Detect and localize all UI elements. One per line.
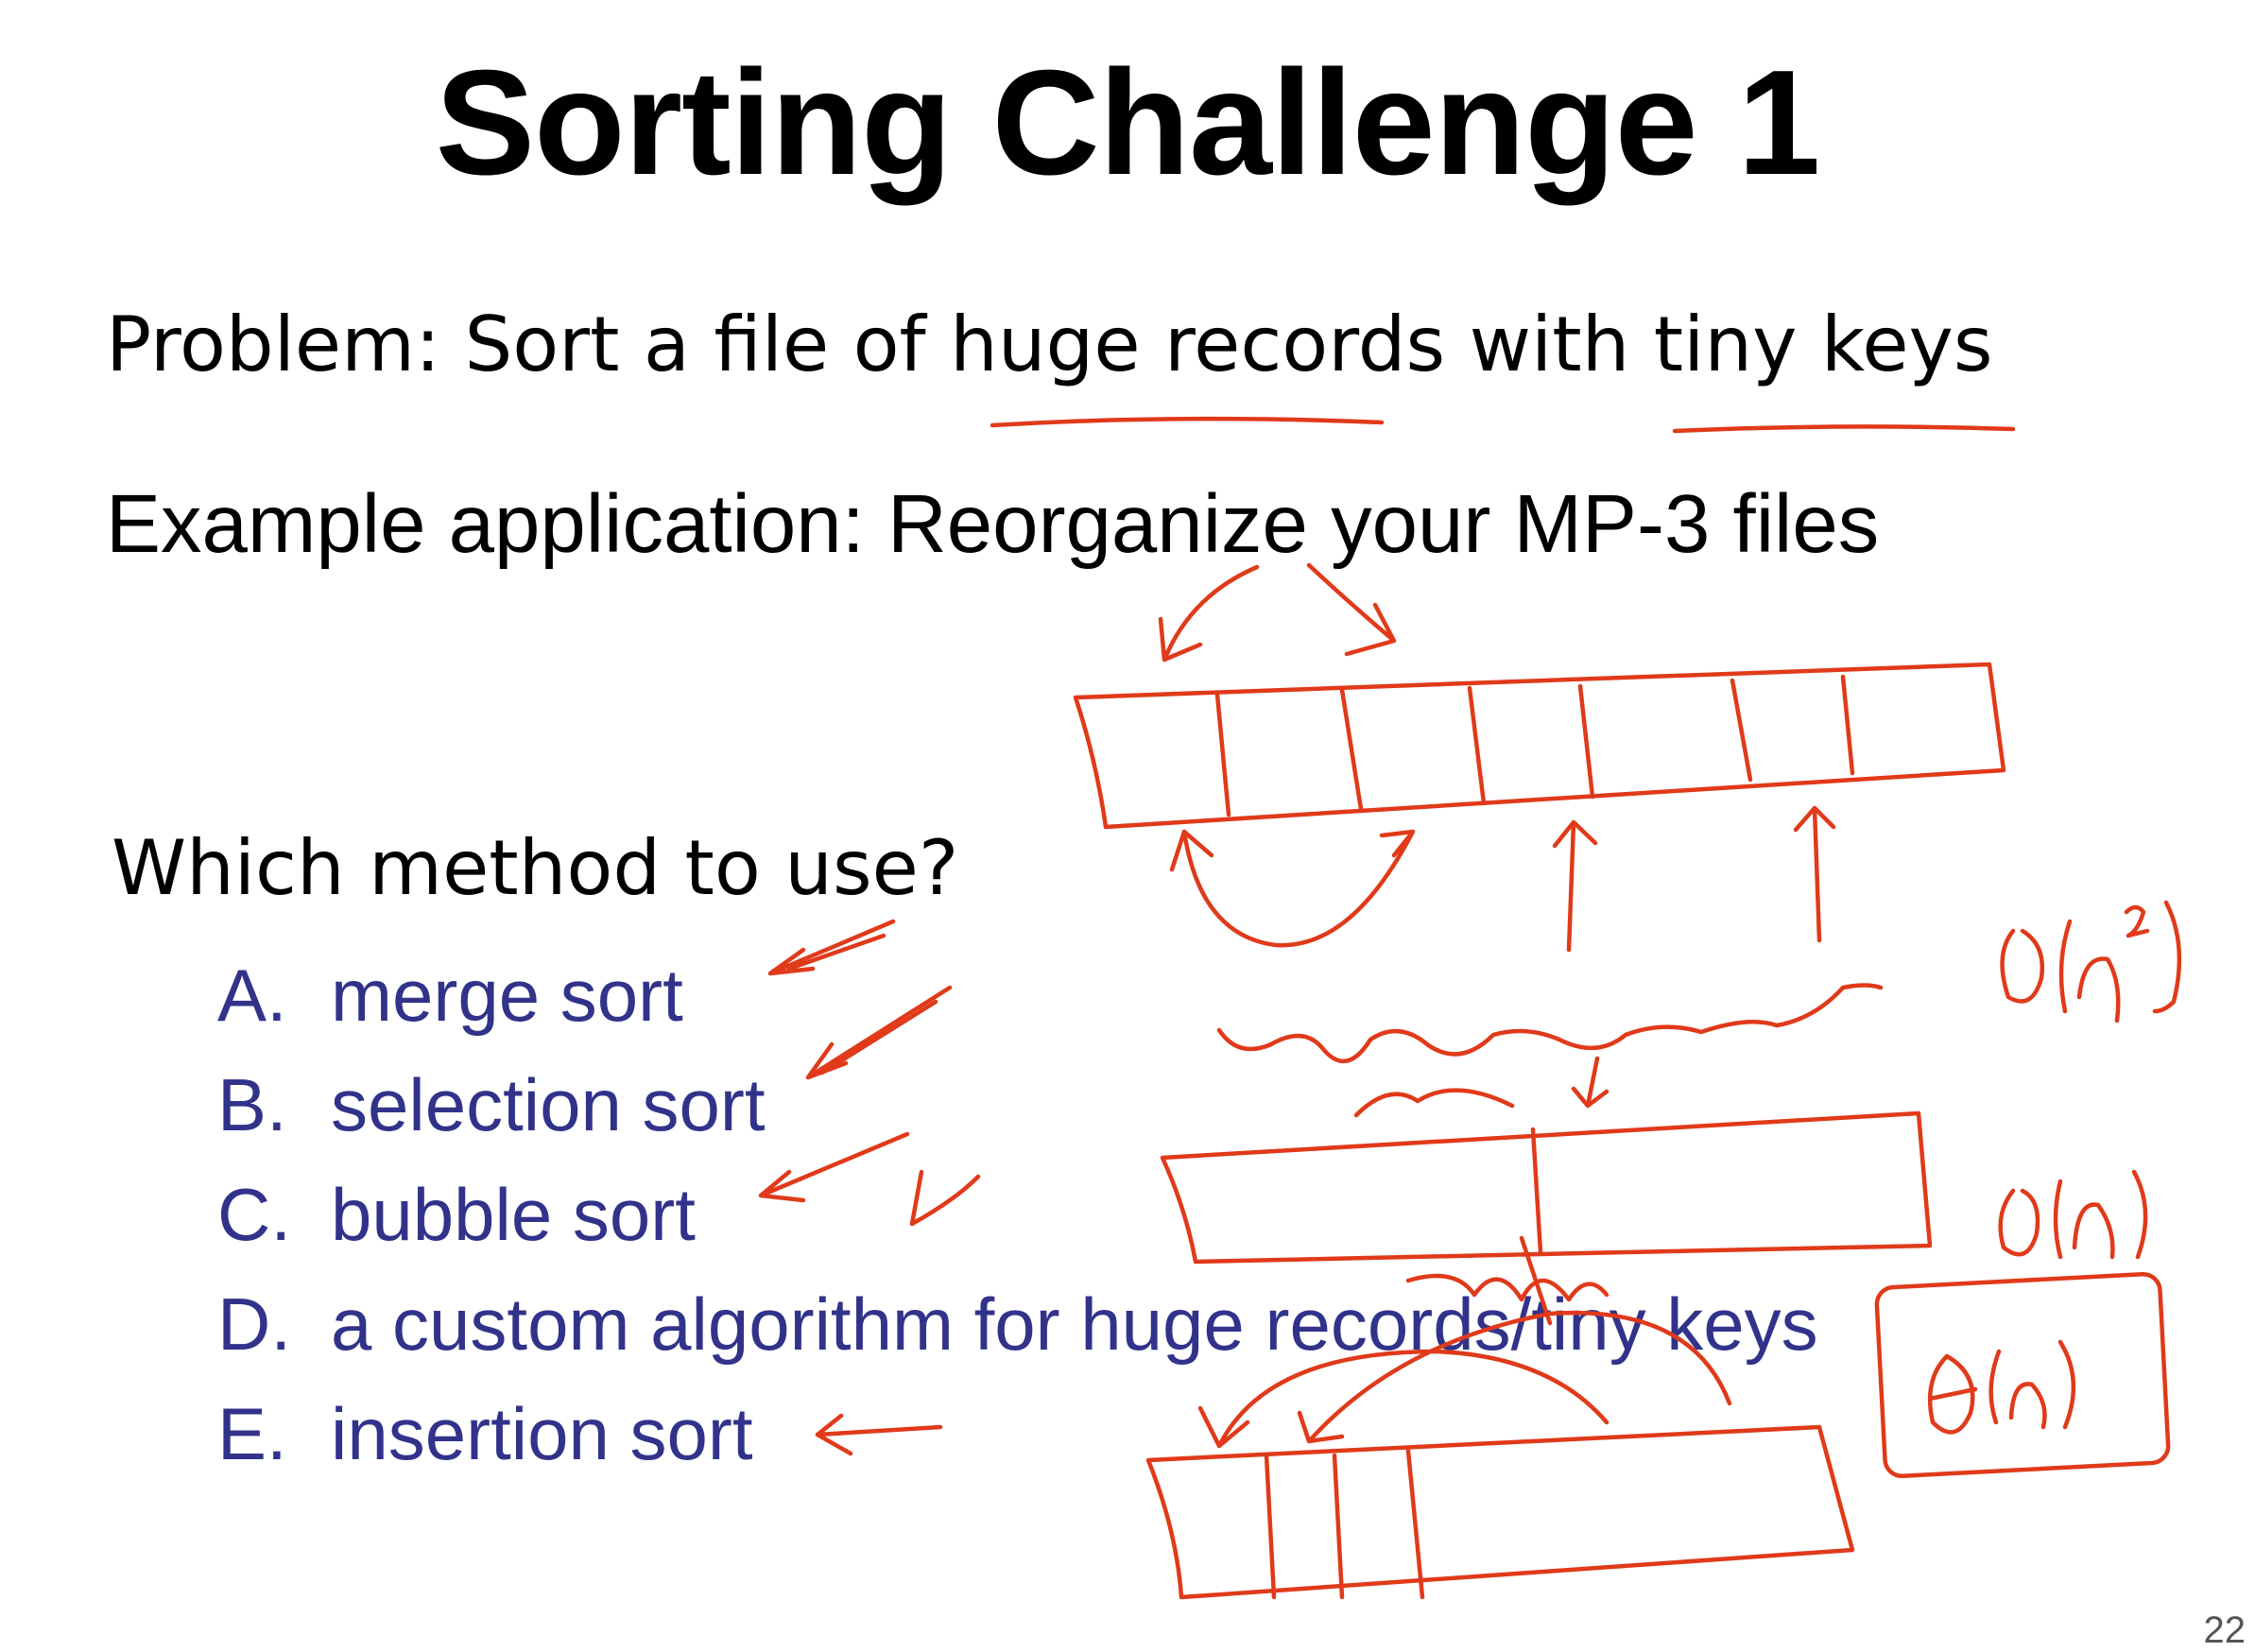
theta-box (1874, 1271, 2171, 1479)
array-bottom (1145, 1424, 1855, 1600)
array-top-dividers (1214, 674, 1855, 817)
small-down-arrow (1571, 1056, 1609, 1109)
page-number: 22 (2203, 1609, 2246, 1651)
curved-arrow-right (1306, 562, 1397, 657)
underline-huge-records (990, 416, 1385, 428)
swap-arrow (1181, 829, 1416, 948)
up-arrow-1 (1552, 819, 1598, 953)
arrow-option-b-double (819, 999, 938, 1076)
array-middle (1160, 1110, 1933, 1265)
arrow-option-b (805, 985, 953, 1080)
curved-arrow-left (1158, 564, 1260, 663)
slide: Sorting Challenge 1 Problem: Sort a file… (0, 0, 2255, 1651)
up-arrow-2 (1793, 805, 1836, 943)
underline-tiny-keys (1672, 424, 2016, 434)
big-curved-arrow-2 (1297, 1310, 1732, 1444)
array-middle-divider (1530, 1127, 1543, 1255)
scribble-row (1216, 983, 1884, 1064)
o-n-squared (2000, 900, 2182, 1024)
array-top (1073, 662, 2006, 830)
scribble-under (1353, 1088, 1515, 1118)
theta-n (1927, 1339, 2076, 1435)
arrow-option-c (758, 1131, 910, 1203)
array-bottom-dividers (1264, 1448, 1425, 1600)
o-n-middle (1998, 1169, 2148, 1260)
handwritten-annotations (758, 416, 2182, 1600)
arrow-option-a (767, 919, 896, 976)
arrow-option-e (815, 1413, 943, 1456)
checkmark-option-d (909, 1169, 981, 1227)
arrows-cluster (1405, 1235, 1609, 1326)
